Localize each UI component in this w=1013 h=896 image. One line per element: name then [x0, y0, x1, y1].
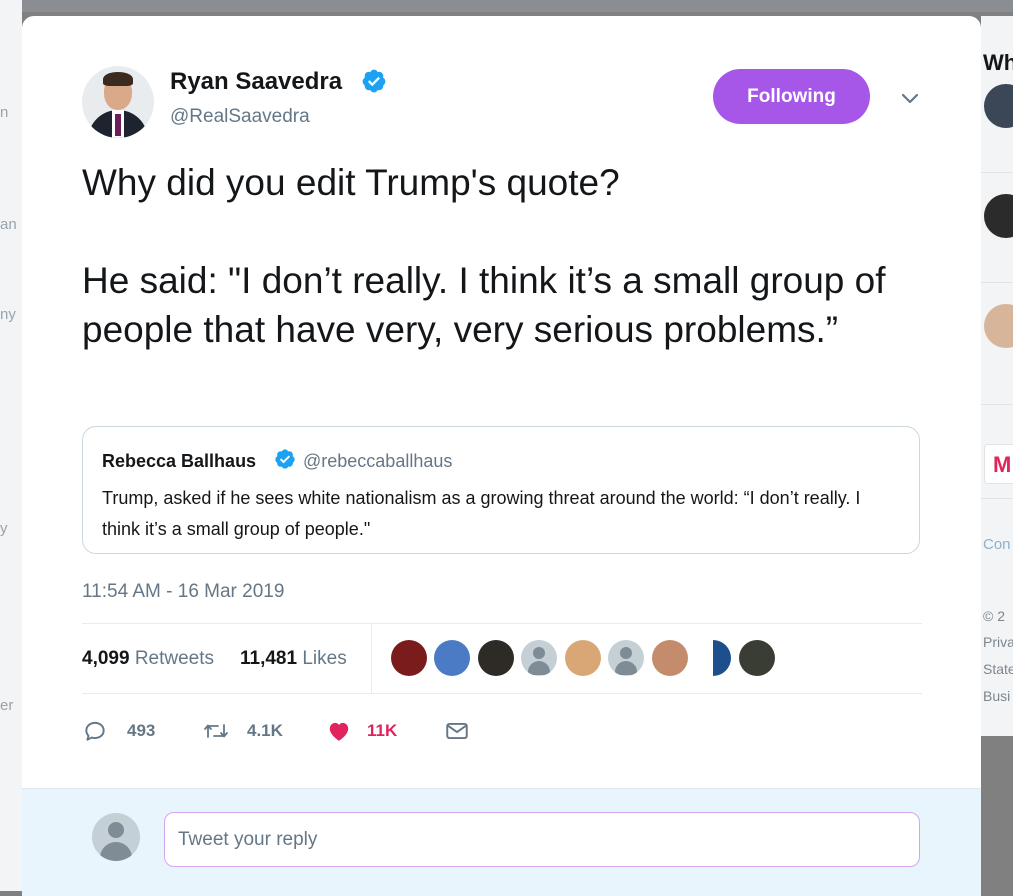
background-text-fragment: y — [0, 520, 8, 537]
liker-avatar[interactable] — [652, 640, 688, 676]
like-count-link[interactable]: 11,481 Likes — [240, 648, 347, 670]
like-label: Likes — [302, 648, 347, 669]
quoted-tweet-text: Trump, asked if he sees white nationalis… — [102, 488, 861, 539]
background-link[interactable]: Con — [983, 536, 1011, 553]
background-avatar — [984, 304, 1013, 376]
background-divider — [981, 404, 1013, 405]
tweet-modal: Ryan Saavedra @RealSaavedra Following Wh… — [22, 16, 981, 896]
author-avatar[interactable] — [82, 66, 154, 138]
user-avatar[interactable] — [92, 813, 140, 861]
liker-avatar[interactable] — [478, 640, 514, 676]
liker-avatar[interactable] — [739, 640, 775, 676]
heart-icon — [329, 722, 349, 741]
reply-input[interactable] — [164, 812, 920, 867]
liker-avatar[interactable] — [521, 640, 557, 676]
like-button[interactable]: 11K — [326, 716, 416, 746]
retweet-button[interactable]: 4.1K — [202, 716, 302, 746]
background-gmail-icon: M — [984, 444, 1013, 484]
background-footer-text: © 2 — [983, 608, 1005, 624]
background-divider — [981, 498, 1013, 499]
retweet-icon — [204, 724, 228, 738]
liker-avatar[interactable] — [695, 640, 731, 676]
background-text-fragment: an — [0, 216, 17, 233]
reply-icon — [85, 721, 105, 741]
tweet-text: Why did you edit Trump's quote? He said:… — [82, 162, 886, 350]
background-footer-link[interactable]: Priva — [983, 634, 1013, 650]
author-name[interactable]: Ryan Saavedra — [170, 68, 342, 96]
following-button[interactable]: Following — [713, 69, 870, 124]
stats-vertical-divider — [371, 624, 372, 693]
background-avatar — [984, 84, 1013, 156]
liker-avatar[interactable] — [608, 640, 644, 676]
liker-avatar[interactable] — [565, 640, 601, 676]
stats-divider — [82, 693, 922, 694]
background-footer-link[interactable]: Busi — [983, 688, 1010, 704]
background-avatar — [984, 194, 1013, 266]
background-text-fragment: er — [0, 697, 14, 714]
background-text-fragment: ny — [0, 306, 16, 323]
envelope-icon — [446, 722, 468, 740]
retweet-count-link[interactable]: 4,099 Retweets — [82, 648, 214, 670]
quoted-author-name: Rebecca Ballhaus — [102, 451, 257, 471]
retweet-count: 4,099 — [82, 648, 130, 669]
reply-button[interactable]: 493 — [82, 716, 172, 746]
tweet-timestamp[interactable]: 11:54 AM - 16 Mar 2019 — [82, 581, 284, 603]
verified-badge-icon — [275, 449, 295, 469]
liker-avatar[interactable] — [391, 640, 427, 676]
background-right-column: Wh M Con © 2 Priva State Busi — [981, 16, 1013, 736]
background-who-to-follow-header: Wh — [983, 50, 1013, 75]
background-divider — [981, 282, 1013, 283]
background-topbar — [22, 0, 1013, 12]
background-divider — [981, 172, 1013, 173]
direct-message-button[interactable] — [444, 716, 474, 746]
background-text-fragment: n — [0, 104, 9, 121]
background-left-column: n an ny y er — [0, 0, 22, 891]
reply-composer — [22, 788, 981, 896]
author-handle[interactable]: @RealSaavedra — [170, 106, 310, 128]
chevron-down-icon[interactable] — [898, 86, 922, 110]
liker-avatars — [391, 640, 791, 680]
like-count: 11,481 — [240, 648, 298, 669]
quoted-author-handle: @rebeccaballhaus — [303, 451, 453, 471]
reply-count: 493 — [127, 721, 156, 740]
liker-avatar[interactable] — [434, 640, 470, 676]
retweet-label: Retweets — [134, 648, 215, 669]
quoted-tweet[interactable]: Rebecca Ballhaus @rebeccaballhaus Trump,… — [82, 426, 920, 554]
background-footer-link[interactable]: State — [983, 661, 1013, 677]
like-action-count: 11K — [367, 721, 398, 740]
verified-badge-icon — [362, 69, 386, 93]
retweet-action-count: 4.1K — [247, 721, 283, 740]
stats-divider — [82, 623, 922, 624]
